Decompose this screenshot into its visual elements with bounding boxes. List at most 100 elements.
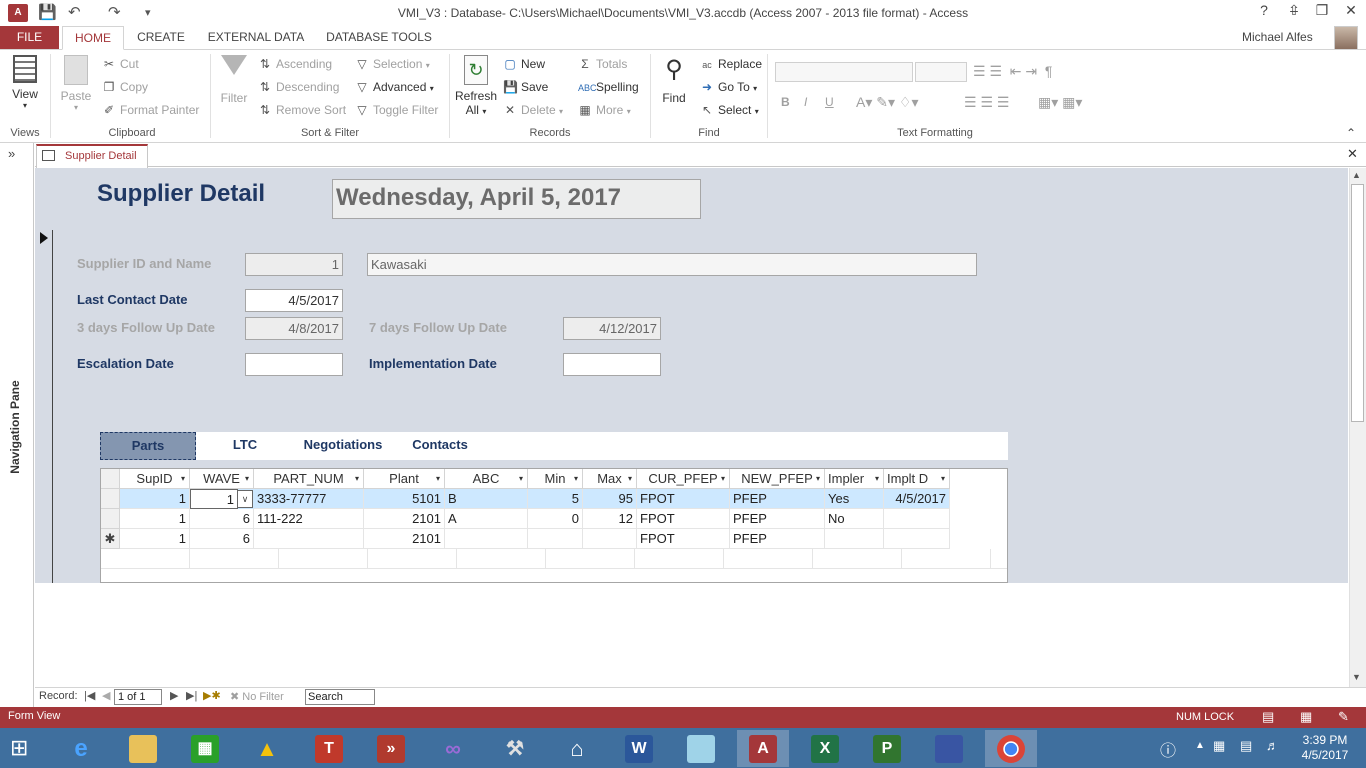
cell-impl-date[interactable] — [884, 509, 950, 529]
cell-abc[interactable] — [445, 529, 528, 549]
cell-abc[interactable]: A — [445, 509, 528, 529]
taskbar-app-notes[interactable] — [675, 730, 727, 767]
taskbar-project[interactable]: P — [861, 730, 913, 767]
close-document-icon[interactable]: ✕ — [1347, 146, 1358, 162]
taskbar-explorer[interactable] — [117, 730, 169, 767]
followup7-field[interactable]: 4/12/2017 — [563, 317, 661, 340]
no-filter-indicator[interactable]: ✖ No Filter — [230, 690, 284, 703]
taskbar-store[interactable]: ▦ — [179, 730, 231, 767]
record-selector[interactable] — [35, 230, 53, 583]
goto-button[interactable]: ➜ Go To ▾ — [700, 80, 757, 94]
taskbar-ie[interactable]: e — [55, 730, 107, 767]
cell-part-num[interactable]: 3333-77777 — [254, 489, 364, 509]
undo-icon[interactable]: ↶ — [68, 3, 81, 21]
cell-new-pfep[interactable]: PFEP — [730, 529, 825, 549]
design-view-icon[interactable]: ✎ — [1338, 709, 1349, 725]
cell-implemented[interactable]: Yes — [825, 489, 884, 509]
totals-button[interactable]: Σ Totals — [578, 57, 627, 71]
tray-app-icon[interactable]: ▦ — [1213, 738, 1225, 754]
cell-impl-date[interactable]: 4/5/2017 — [884, 489, 950, 509]
windows-start-icon[interactable]: ⊞ — [10, 735, 38, 761]
cell-min[interactable]: 0 — [528, 509, 583, 529]
customize-qat-icon[interactable]: ▾ — [145, 6, 151, 19]
column-header[interactable]: Impler ▾ — [825, 469, 884, 489]
first-record-icon[interactable]: |◀ — [84, 689, 95, 702]
cell-max[interactable]: 95 — [583, 489, 637, 509]
new-record-selector[interactable]: ✱ — [101, 529, 120, 549]
navigation-pane-label[interactable]: Navigation Pane — [8, 372, 22, 482]
select-button[interactable]: ↖ Select ▾ — [700, 103, 759, 117]
cut-button[interactable]: ✂ Cut — [102, 57, 139, 71]
redo-icon[interactable]: ↷ — [108, 3, 121, 21]
volume-icon[interactable]: ♬ — [1266, 738, 1279, 753]
cell-part-num[interactable] — [254, 529, 364, 549]
cell-wave[interactable]: 6 — [190, 529, 254, 549]
taskbar-tools[interactable]: ⚒ — [489, 730, 541, 767]
taskbar-app-t[interactable]: T — [303, 730, 355, 767]
last-contact-field[interactable]: 4/5/2017 — [245, 289, 343, 312]
tab-create[interactable]: CREATE — [130, 26, 192, 50]
cell-wave-combobox[interactable]: 1 — [190, 489, 238, 509]
font-name-dropdown[interactable] — [775, 62, 913, 82]
taskbar-drive[interactable]: ▲ — [241, 730, 293, 767]
column-header[interactable]: PART_NUM ▾ — [254, 469, 364, 489]
avatar[interactable] — [1334, 26, 1358, 50]
format-painter-button[interactable]: ✐ Format Painter — [102, 103, 199, 117]
filter-button[interactable]: Filter — [216, 55, 252, 105]
advanced-button[interactable]: ▽ Advanced ▾ — [355, 80, 433, 94]
scrollbar-thumb[interactable] — [1351, 184, 1364, 422]
spelling-button[interactable]: ABCSpelling — [578, 80, 639, 94]
find-button[interactable]: ⚲ Find — [656, 55, 692, 105]
font-color-icons[interactable]: A▾ ✎▾ ♢▾ — [856, 94, 918, 111]
cell-max[interactable] — [583, 529, 637, 549]
row-selector[interactable] — [101, 509, 120, 529]
descending-button[interactable]: ⇅ Descending — [258, 80, 339, 94]
chevron-down-icon[interactable]: ∨ — [237, 490, 253, 508]
cell-abc[interactable]: B — [445, 489, 528, 509]
cell-part-num[interactable]: 111-222 — [254, 509, 364, 529]
tab-database-tools[interactable]: DATABASE TOOLS — [320, 26, 438, 50]
replace-button[interactable]: ac Replace — [700, 57, 762, 71]
network-icon[interactable]: ▤ — [1240, 738, 1252, 754]
cell-impl-date[interactable] — [884, 529, 950, 549]
bold-button[interactable]: B — [781, 95, 790, 109]
scroll-down-icon[interactable]: ▼ — [1352, 672, 1361, 682]
datasheet-view-icon[interactable]: ▦ — [1300, 709, 1312, 725]
expand-nav-icon[interactable]: » — [8, 146, 15, 161]
cell-new-pfep[interactable]: PFEP — [730, 489, 825, 509]
current-record-field[interactable]: 1 of 1 — [114, 689, 162, 705]
new-record-nav-icon[interactable]: ▶✱ — [203, 689, 221, 702]
help-button[interactable]: ? — [1250, 2, 1278, 18]
cell-plant[interactable]: 2101 — [364, 529, 445, 549]
toggle-filter-button[interactable]: ▽ Toggle Filter — [355, 103, 438, 117]
taskbar-word[interactable]: W — [613, 730, 665, 767]
column-header[interactable]: CUR_PFEP ▾ — [637, 469, 730, 489]
cell-supid[interactable]: 1 — [120, 509, 190, 529]
font-size-dropdown[interactable] — [915, 62, 967, 82]
selection-button[interactable]: ▽ Selection ▾ — [355, 57, 429, 71]
escalation-field[interactable] — [245, 353, 343, 376]
select-all-corner[interactable] — [101, 469, 120, 489]
taskbar-access[interactable]: A — [737, 730, 789, 767]
cell-plant[interactable]: 5101 — [364, 489, 445, 509]
followup3-field[interactable]: 4/8/2017 — [245, 317, 343, 340]
supplier-name-field[interactable]: Kawasaki — [367, 253, 977, 276]
scroll-up-icon[interactable]: ▲ — [1352, 170, 1361, 180]
copy-button[interactable]: ❐ Copy — [102, 80, 148, 94]
tab-contacts[interactable]: Contacts — [402, 432, 478, 460]
implementation-field[interactable] — [563, 353, 661, 376]
save-record-button[interactable]: 💾 Save — [503, 80, 548, 94]
underline-button[interactable]: U — [825, 95, 834, 109]
save-icon[interactable]: 💾 — [38, 3, 57, 21]
tab-ltc[interactable]: LTC — [205, 432, 285, 460]
access-app-icon[interactable]: A — [8, 4, 28, 22]
taskbar-excel[interactable]: X — [799, 730, 851, 767]
refresh-all-button[interactable]: ↻ Refresh All ▾ — [454, 55, 498, 117]
gridlines-icons[interactable]: ▦▾ ▦▾ — [1038, 94, 1082, 111]
restore-button[interactable]: ❐ — [1308, 2, 1336, 19]
tray-expand-icon[interactable]: ▲ — [1195, 740, 1205, 751]
row-selector[interactable] — [101, 489, 120, 509]
taskbar-visual-studio[interactable]: ∞ — [427, 730, 479, 767]
list-format-icons[interactable]: ☰ ☰ ⇤ ⇥ ¶ — [973, 63, 1052, 80]
cell-supid[interactable]: 1 — [120, 489, 190, 509]
